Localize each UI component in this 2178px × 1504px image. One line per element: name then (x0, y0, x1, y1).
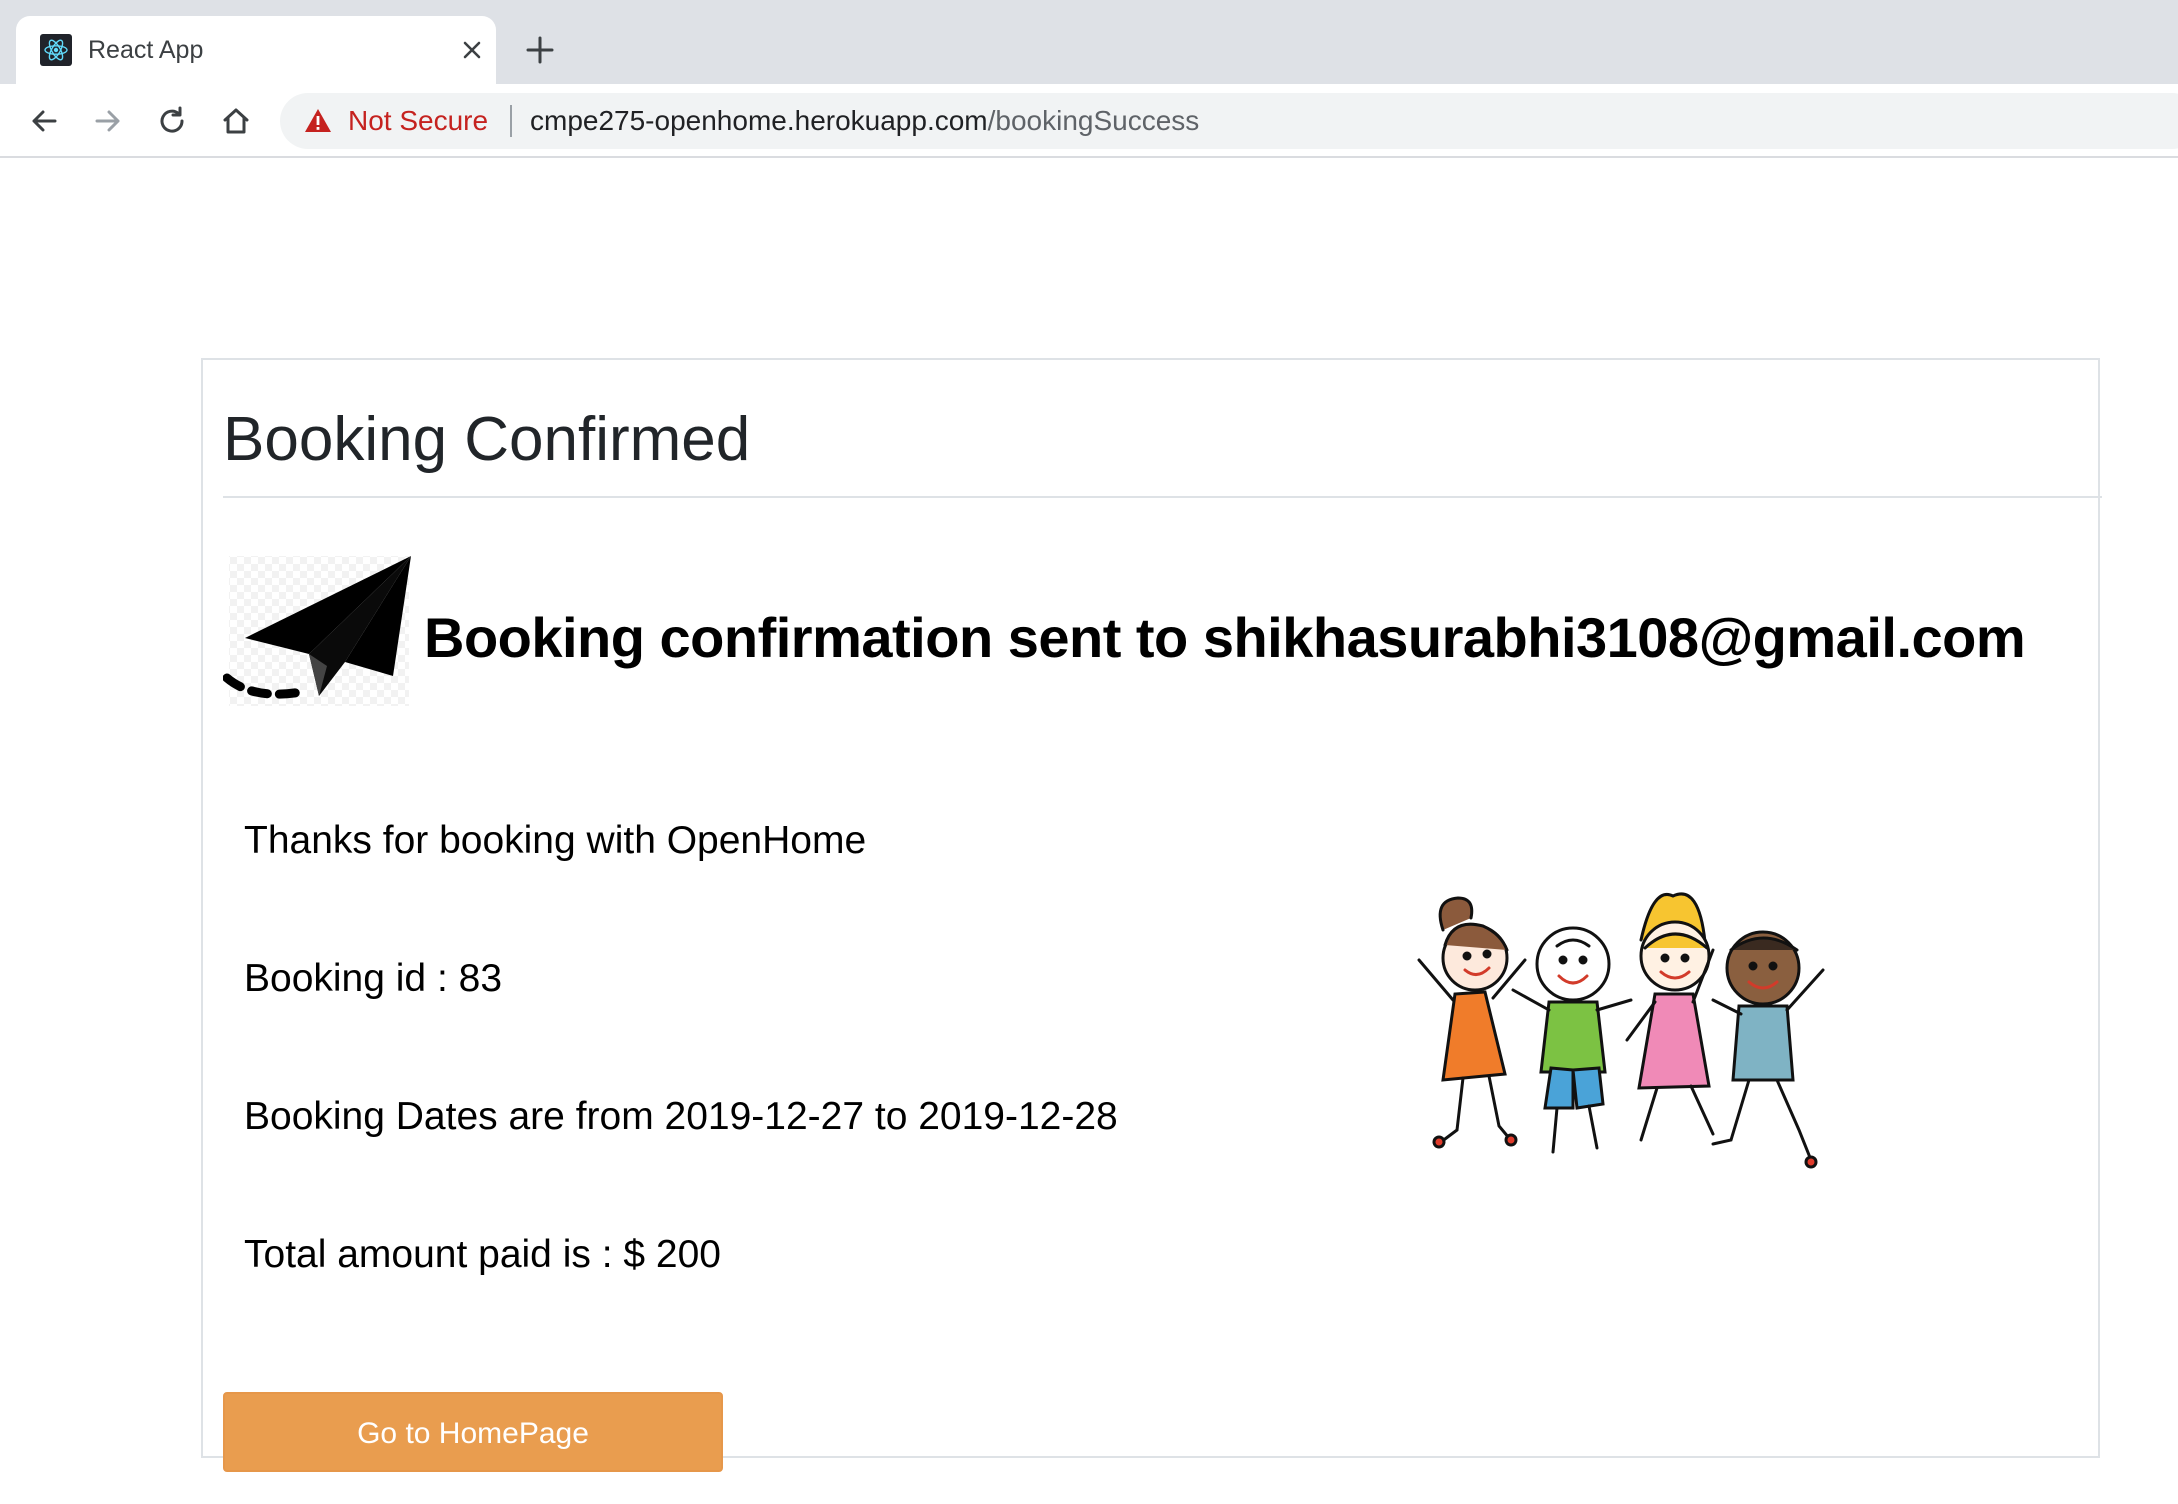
page-title: Booking Confirmed (223, 405, 751, 474)
address-separator (510, 105, 512, 137)
tab-title: React App (88, 36, 204, 64)
happy-kids-illustration (1417, 892, 1825, 1169)
url-host: cmpe275-openhome.herokuapp.com (530, 105, 988, 136)
go-to-homepage-button[interactable]: Go to HomePage (223, 1392, 723, 1472)
browser-tab[interactable]: React App (16, 16, 496, 84)
thanks-text: Thanks for booking with OpenHome (244, 819, 867, 862)
confirmation-prefix: Booking confirmation sent to (424, 606, 1203, 669)
reload-icon[interactable] (149, 98, 195, 144)
confirmation-message: Booking confirmation sent to shikhasurab… (424, 606, 2026, 670)
warning-icon (305, 109, 331, 132)
forward-arrow-icon[interactable] (85, 98, 131, 144)
home-icon[interactable] (213, 98, 259, 144)
plus-icon[interactable] (518, 28, 562, 72)
confirmation-email: shikhasurabhi3108@gmail.com (1202, 606, 2026, 669)
url-path: /bookingSuccess (987, 105, 1200, 136)
back-arrow-icon[interactable] (21, 98, 67, 144)
react-favicon-icon (40, 34, 72, 66)
security-status[interactable]: Not Secure (348, 105, 488, 137)
browser-tabstrip: React App (0, 0, 2178, 84)
url-text[interactable]: cmpe275-openhome.herokuapp.com/bookingSu… (530, 105, 1199, 137)
browser-toolbar: Not Secure cmpe275-openhome.herokuapp.co… (0, 84, 2178, 158)
booking-dates-text: Booking Dates are from 2019-12-27 to 201… (244, 1095, 1118, 1138)
paper-plane-icon (223, 556, 411, 706)
booking-card: Booking Confirmed Booking confirmation s… (201, 358, 2102, 1472)
close-icon[interactable] (452, 30, 492, 70)
title-divider (223, 496, 2102, 498)
address-bar[interactable]: Not Secure cmpe275-openhome.herokuapp.co… (280, 93, 2178, 149)
booking-id-text: Booking id : 83 (244, 957, 503, 1000)
amount-paid-text: Total amount paid is : $ 200 (244, 1233, 721, 1276)
